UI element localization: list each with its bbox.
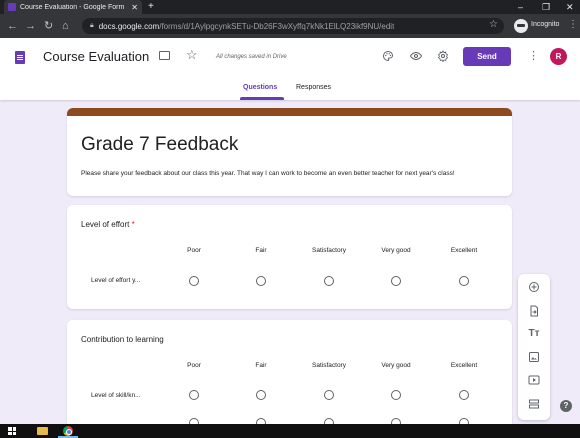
question-title[interactable]: Contribution to learning [81,335,164,344]
import-questions-icon[interactable] [518,305,550,317]
column-header: Satisfactory [312,362,346,369]
question-card[interactable]: Level of effort * Poor Fair Satisfactory… [67,205,512,309]
tab-responses[interactable]: Responses [296,84,331,91]
url-path: /forms/d/1AylpgcynkSETu-Db26F3wXyffq7kNk… [159,21,395,31]
preview-eye-icon[interactable] [410,50,422,62]
required-asterisk: * [131,220,135,229]
browser-toolbar: ← → ↻ ⌂ 🔒︎ docs.google.com /forms/d/1Ayl… [0,14,580,38]
radio-button[interactable] [256,390,266,400]
column-header: Very good [381,362,411,369]
tab-close-icon[interactable]: ✕ [131,3,138,12]
question-title-text: Contribution to learning [81,335,164,344]
address-bar[interactable]: 🔒︎ docs.google.com /forms/d/1AylpgcynkSE… [82,18,504,34]
form-title-card[interactable]: Grade 7 Feedback Please share your feedb… [67,108,512,196]
back-icon[interactable]: ← [7,19,18,33]
question-title-text: Level of effort [81,220,130,229]
radio-button[interactable] [324,276,334,286]
column-header: Fair [255,247,267,254]
radio-button[interactable] [189,390,199,400]
column-header: Poor [187,362,201,369]
browser-menu-icon[interactable]: ⋮ [568,19,578,30]
column-header: Fair [255,362,267,369]
move-to-folder-icon[interactable] [159,51,170,60]
lock-icon[interactable]: 🔒︎ [90,22,94,30]
save-status: All changes saved in Drive [216,54,287,60]
incognito-label[interactable]: Incognito [531,21,559,28]
radio-button[interactable] [459,276,469,286]
incognito-icon[interactable] [514,19,528,33]
radio-button[interactable] [256,276,266,286]
send-button[interactable]: Send [463,47,511,66]
chrome-icon[interactable] [63,426,73,436]
more-options-icon[interactable]: ⋮ [528,49,539,62]
question-toolbar: Tт [518,274,550,420]
radio-button[interactable] [459,390,469,400]
forward-icon[interactable]: → [25,19,36,33]
forms-header: Course Evaluation ☆ All changes saved in… [0,38,580,100]
radio-button[interactable] [391,276,401,286]
browser-titlebar: Course Evaluation - Google Form ✕ + – ❐ … [0,0,580,14]
os-taskbar [0,424,580,438]
radio-button[interactable] [391,390,401,400]
tab-title: Course Evaluation - Google Form [20,3,125,11]
column-header: Very good [381,247,411,254]
help-icon[interactable]: ? [560,400,572,412]
tab-questions[interactable]: Questions [243,84,277,91]
new-tab-button[interactable]: + [148,1,154,13]
forms-favicon-icon [8,3,16,11]
row-label: Level of effort y... [91,277,141,284]
row-label: Level of skill/kn... [91,392,141,399]
radio-button[interactable] [324,390,334,400]
reload-icon[interactable]: ↻ [44,19,53,33]
close-window-button[interactable]: ✕ [566,1,574,13]
star-icon[interactable]: ☆ [186,47,198,63]
forms-logo-icon[interactable] [15,51,25,64]
form-title[interactable]: Grade 7 Feedback [81,134,238,156]
add-title-icon[interactable]: Tт [518,328,550,340]
browser-tab[interactable]: Course Evaluation - Google Form ✕ [4,0,142,14]
column-header: Satisfactory [312,247,346,254]
windows-start-icon[interactable] [8,427,16,435]
add-question-icon[interactable] [518,281,550,293]
column-header: Excellent [450,247,478,254]
active-tab-indicator [240,97,284,100]
add-video-icon[interactable] [518,374,550,386]
file-explorer-icon[interactable] [37,427,48,435]
radio-button[interactable] [189,276,199,286]
minimize-button[interactable]: – [518,1,523,13]
column-header: Poor [187,247,201,254]
add-image-icon[interactable] [518,351,550,363]
bookmark-star-icon[interactable]: ☆ [489,19,498,30]
column-header: Excellent [450,362,478,369]
home-icon[interactable]: ⌂ [62,19,69,33]
url-host: docs.google.com [98,21,160,31]
form-description[interactable]: Please share your feedback about our cla… [81,169,501,178]
question-title[interactable]: Level of effort * [81,220,135,229]
form-document-title[interactable]: Course Evaluation [43,49,149,64]
palette-icon[interactable] [382,50,394,62]
add-section-icon[interactable] [518,398,550,410]
question-card[interactable]: Contribution to learning Poor Fair Satis… [67,320,512,438]
settings-gear-icon[interactable] [437,50,449,62]
account-avatar[interactable]: R [550,48,567,65]
maximize-button[interactable]: ❐ [542,1,550,13]
